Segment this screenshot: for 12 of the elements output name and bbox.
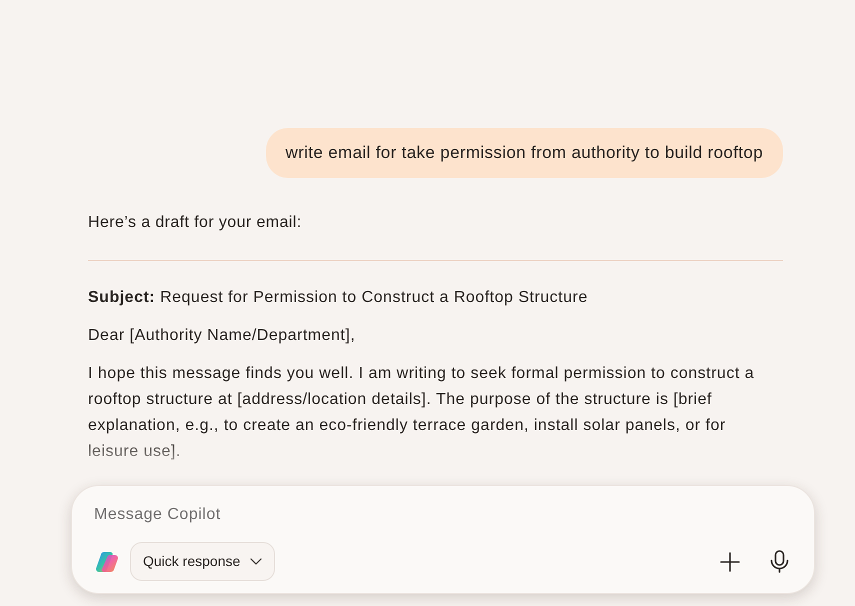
user-message-bubble: write email for take permission from authority to build rooftop (266, 128, 783, 178)
email-paragraph: Subject: Request for Permission to Construct a Rooftop Structure (88, 288, 589, 308)
email-paragraph: I hope this message finds you well. I am writing to seek formal permission to construct a rooftop structure at [address/location details]. The purpose of the structure is [brief explanation, e.g., to create an eco-friendly terrace garden, install solar panels, or for leisure use]. (88, 364, 756, 462)
microphone-icon (770, 550, 788, 573)
plus-icon (720, 552, 740, 572)
chevron-down-icon (250, 558, 262, 565)
response-mode-button[interactable]: Quick response (130, 542, 276, 581)
add-button[interactable] (718, 550, 742, 574)
message-input[interactable]: Message Copilot (94, 502, 774, 528)
email-paragraph: Dear [Authority Name/Department], (88, 326, 356, 346)
assistant-intro-text: Here’s a draft for your email: (88, 213, 303, 233)
app-logo-icon (96, 550, 118, 572)
